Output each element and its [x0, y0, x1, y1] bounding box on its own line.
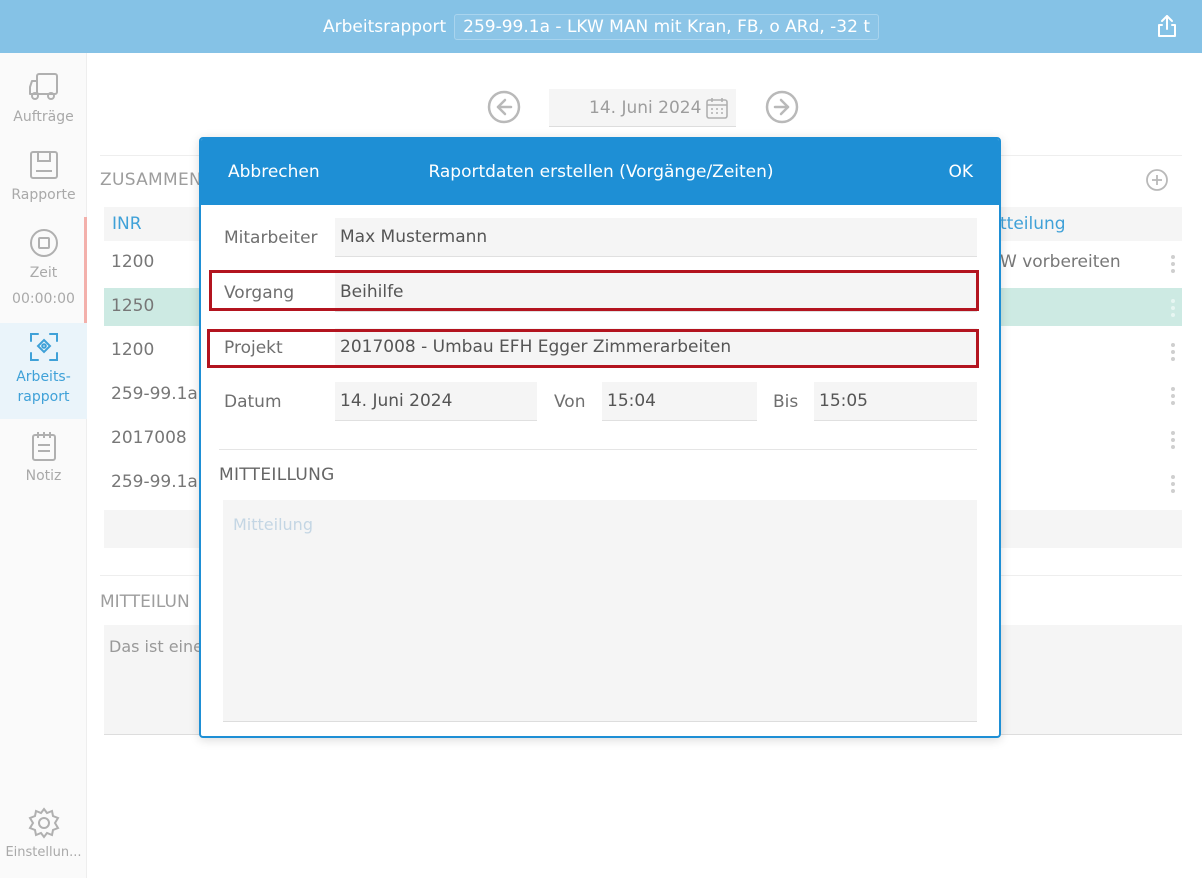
vorgang-field[interactable]: Beihilfe	[335, 273, 977, 312]
dialog-title: Raportdaten erstellen (Vorgänge/Zeiten)	[428, 162, 774, 182]
title-wrap: Arbeitsrapport 259-99.1a - LKW MAN mit K…	[0, 0, 1202, 53]
sidebar-item-zeit[interactable]: Zeit 00:00:00	[0, 227, 87, 309]
datum-field[interactable]: 14. Juni 2024	[335, 382, 537, 421]
truck-icon	[28, 73, 58, 100]
sidebar-item-arbeitsrapport[interactable]: Arbeits- rapport	[0, 323, 87, 419]
sidebar-item-notiz[interactable]: Notiz	[0, 430, 87, 486]
sidebar-label: Rapporte	[11, 187, 76, 203]
dialog-header: Abbrechen Raportdaten erstellen (Vorgäng…	[201, 139, 999, 205]
date-value: 14. Juni 2024	[589, 98, 702, 118]
report-icon	[29, 151, 58, 179]
scan-icon	[29, 333, 58, 361]
row-mitteilung: W vorbereiten	[1000, 252, 1121, 272]
row-inr: 259-99.1a	[111, 472, 198, 492]
more-vertical-icon[interactable]	[1170, 430, 1176, 450]
sidebar-label: Zeit	[29, 265, 58, 281]
sidebar-item-auftraege[interactable]: Aufträge	[0, 71, 87, 127]
stop-icon	[29, 229, 58, 257]
mitteilung-section-title: MITTEILUN	[100, 592, 190, 612]
sidebar-item-einstellungen[interactable]: Einstellun...	[0, 807, 87, 863]
mitarbeiter-field[interactable]: Max Mustermann	[335, 218, 977, 257]
ok-button[interactable]: OK	[948, 162, 973, 182]
divider	[219, 449, 977, 450]
mitteilung-text: Das ist eine	[109, 637, 203, 656]
row-inr: 259-99.1a	[111, 384, 198, 404]
projekt-field[interactable]: 2017008 - Umbau EFH Egger Zimmerarbeiten	[335, 328, 977, 367]
projekt-label: Projekt	[224, 338, 283, 358]
page-title: Arbeitsrapport	[322, 16, 447, 37]
vorgang-label: Vorgang	[224, 283, 295, 303]
active-timer-indicator	[84, 217, 87, 323]
sidebar-label: Notiz	[25, 468, 62, 484]
section-title: ZUSAMMEN	[100, 170, 203, 190]
row-inr: 1200	[111, 252, 155, 272]
more-vertical-icon[interactable]	[1170, 342, 1176, 362]
mitteilung-input[interactable]	[223, 500, 977, 722]
sidebar-label: Arbeits-	[16, 369, 71, 385]
sidebar: Aufträge Rapporte Zeit 00:00:00 Arbeits-…	[0, 53, 87, 878]
bis-field[interactable]: 15:05	[814, 382, 977, 421]
row-inr: 1250	[111, 296, 155, 316]
notepad-icon	[31, 432, 56, 461]
mitteilung-title: MITTEILLUNG	[219, 465, 335, 485]
more-vertical-icon[interactable]	[1170, 298, 1176, 318]
next-day-icon[interactable]	[765, 90, 799, 124]
timer-value: 00:00:00	[12, 291, 75, 307]
more-vertical-icon[interactable]	[1170, 254, 1176, 274]
share-icon[interactable]	[1154, 13, 1180, 39]
von-field[interactable]: 15:04	[602, 382, 757, 421]
gear-icon	[28, 807, 59, 839]
prev-day-icon[interactable]	[487, 90, 521, 124]
top-bar: Arbeitsrapport 259-99.1a - LKW MAN mit K…	[0, 0, 1202, 53]
row-inr: 1200	[111, 340, 155, 360]
bis-label: Bis	[773, 392, 799, 412]
more-vertical-icon[interactable]	[1170, 474, 1176, 494]
more-vertical-icon[interactable]	[1170, 386, 1176, 406]
sidebar-label: Aufträge	[13, 109, 74, 125]
add-icon[interactable]	[1145, 168, 1169, 192]
column-mitteilung[interactable]: tteilung	[1000, 214, 1066, 234]
sidebar-label: Einstellun...	[5, 845, 82, 860]
row-inr: 2017008	[111, 428, 187, 448]
sidebar-item-rapporte[interactable]: Rapporte	[0, 149, 87, 205]
von-label: Von	[554, 392, 586, 412]
calendar-icon	[706, 98, 728, 119]
sidebar-label-2: rapport	[17, 389, 70, 405]
raportdaten-dialog: Abbrechen Raportdaten erstellen (Vorgäng…	[199, 137, 1001, 738]
date-picker[interactable]: 14. Juni 2024	[549, 89, 736, 127]
datum-label: Datum	[224, 392, 282, 412]
column-inr[interactable]: INR	[112, 214, 142, 234]
job-title-field[interactable]: 259-99.1a - LKW MAN mit Kran, FB, o ARd,…	[454, 13, 880, 40]
mitarbeiter-label: Mitarbeiter	[224, 228, 318, 248]
